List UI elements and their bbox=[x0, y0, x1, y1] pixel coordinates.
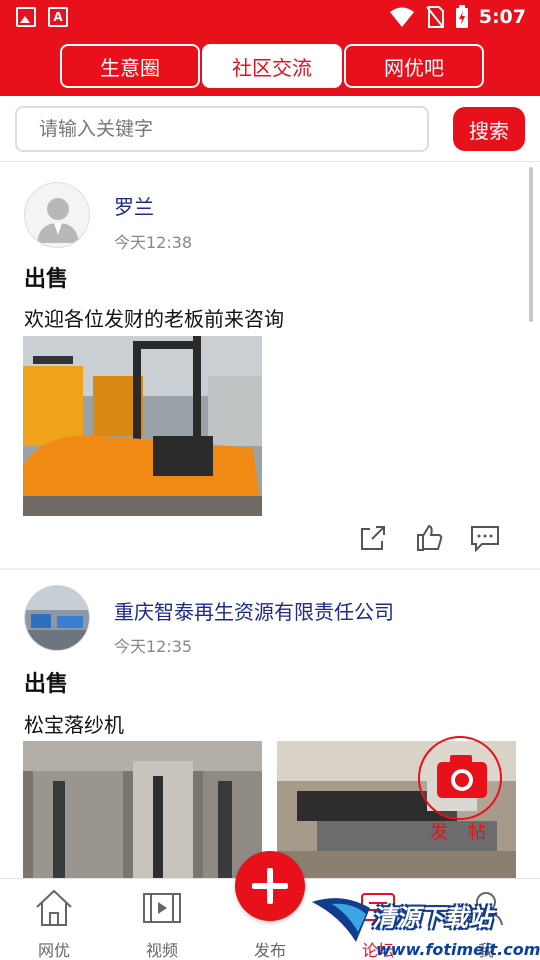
publish-button[interactable] bbox=[235, 851, 305, 921]
post-image[interactable] bbox=[23, 336, 262, 516]
tab-community[interactable]: 社区交流 bbox=[202, 44, 342, 88]
status-bar: A 5:07 bbox=[0, 0, 540, 36]
video-icon bbox=[143, 893, 181, 923]
new-post-button[interactable] bbox=[418, 736, 502, 820]
feed-scrollbar[interactable] bbox=[529, 167, 533, 322]
nav-publish-label: 发布 bbox=[253, 941, 286, 960]
avatar[interactable] bbox=[24, 182, 90, 248]
post-time: 今天12:38 bbox=[114, 233, 193, 252]
post-body: 松宝落纱机 bbox=[24, 713, 124, 737]
comment-icon[interactable] bbox=[470, 523, 500, 553]
gallery-notification-icon bbox=[16, 7, 36, 27]
nav-video[interactable]: 视频 bbox=[108, 879, 216, 960]
home-icon bbox=[36, 889, 72, 926]
author-name[interactable]: 重庆智泰再生资源有限责任公司 bbox=[114, 596, 394, 625]
post-body: 欢迎各位发财的老板前来咨询 bbox=[24, 307, 284, 331]
share-icon[interactable] bbox=[358, 523, 388, 553]
search-input[interactable]: 请输入关键字 bbox=[15, 106, 429, 152]
nav-home[interactable]: 网优 bbox=[0, 879, 108, 960]
post-title: 出售 bbox=[24, 267, 69, 292]
nav-home-label: 网优 bbox=[37, 941, 70, 960]
tab-business-circle[interactable]: 生意圈 bbox=[60, 44, 200, 88]
no-sim-icon bbox=[425, 6, 444, 28]
search-button[interactable]: 搜索 bbox=[453, 107, 525, 151]
tab-wangyou-bar[interactable]: 网优吧 bbox=[344, 44, 484, 88]
camera-icon bbox=[437, 755, 487, 798]
default-avatar-icon bbox=[37, 198, 79, 243]
post-title: 出售 bbox=[24, 672, 69, 697]
clock: 5:07 bbox=[478, 6, 526, 28]
avatar[interactable] bbox=[24, 585, 90, 651]
text-notification-icon: A bbox=[48, 7, 68, 27]
nav-video-label: 视频 bbox=[145, 941, 178, 960]
like-icon[interactable] bbox=[414, 523, 444, 553]
post-image[interactable] bbox=[23, 741, 262, 879]
watermark-title: 清源下载站 bbox=[372, 904, 492, 932]
post-actions bbox=[358, 523, 500, 553]
wifi-icon bbox=[389, 7, 414, 27]
battery-charging-icon bbox=[455, 5, 468, 28]
segment-tabs: 生意圈 社区交流 网优吧 bbox=[60, 44, 486, 88]
watermark-url: www.fotimeit.com bbox=[376, 940, 540, 959]
header-bar: 生意圈 社区交流 网优吧 bbox=[0, 36, 540, 96]
search-bar: 请输入关键字 搜索 bbox=[0, 96, 540, 162]
post-time: 今天12:35 bbox=[114, 637, 193, 656]
post-card[interactable]: 罗兰 今天12:38 出售 欢迎各位发财的老板前来咨询 bbox=[0, 163, 540, 569]
author-name[interactable]: 罗兰 bbox=[114, 191, 154, 220]
new-post-label[interactable]: 发帖 bbox=[430, 818, 506, 844]
